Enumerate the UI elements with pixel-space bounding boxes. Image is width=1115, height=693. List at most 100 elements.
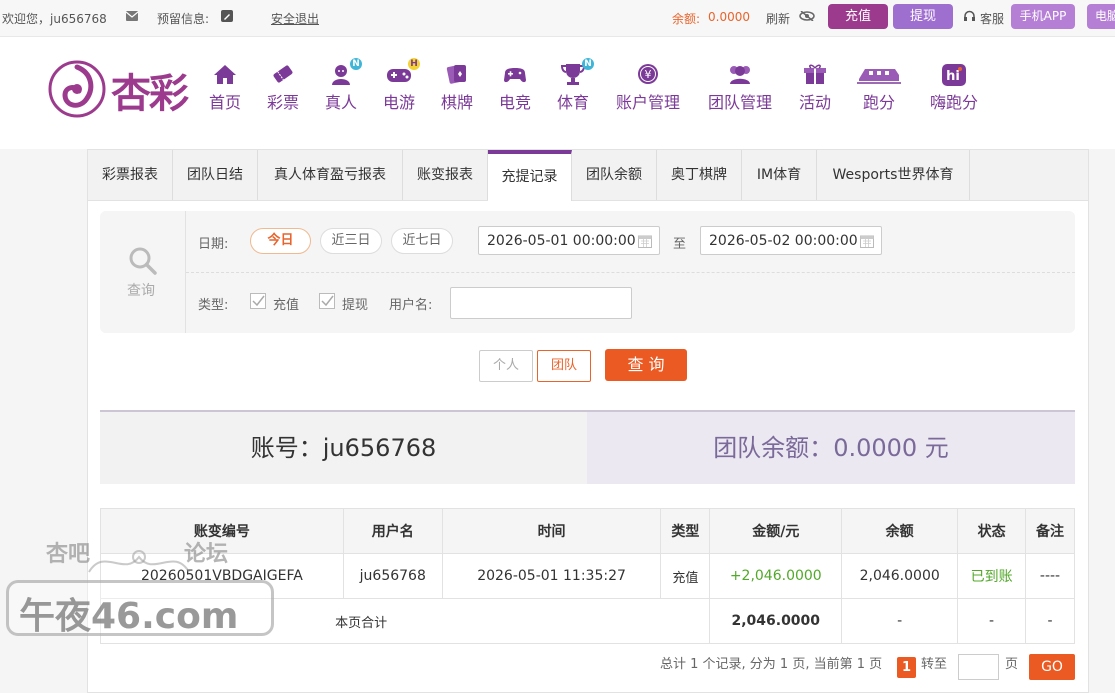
svg-text:hi: hi	[946, 69, 960, 84]
last-3-days-button[interactable]: 近三日	[320, 228, 382, 254]
nav-label: 电游	[382, 93, 415, 112]
nav-label: 活动	[798, 93, 831, 112]
tab-lottery-report[interactable]: 彩票报表	[88, 150, 173, 200]
badge-new: N	[582, 58, 594, 70]
yen-coin-icon: ¥	[638, 64, 658, 84]
goto-label: 转至	[921, 657, 948, 672]
nav-slots[interactable]: H 电游	[381, 58, 420, 113]
nav-live[interactable]: N 真人	[323, 58, 362, 113]
start-date-input[interactable]: 2026-05-01 00:00:00	[478, 226, 660, 255]
balance-cell: 2,046.0000	[841, 553, 959, 599]
username-input[interactable]	[450, 287, 632, 319]
service-link[interactable]: 客服	[980, 10, 1004, 27]
filter-divider	[186, 272, 1075, 273]
nav-sports[interactable]: N 体育	[555, 58, 594, 113]
mail-icon[interactable]	[126, 11, 138, 21]
pc-button[interactable]: 电脑	[1087, 4, 1115, 29]
query-label: 查询	[127, 283, 155, 299]
logout-link[interactable]: 安全退出	[271, 10, 319, 27]
time-cell: 2026-05-01 11:35:27	[441, 553, 662, 599]
hi-icon: hi	[942, 64, 966, 86]
team-balance-block: 团队余额：0.0000 元	[587, 412, 1075, 484]
end-date-input[interactable]: 2026-05-02 00:00:00	[700, 226, 882, 255]
account-value: ju656768	[322, 434, 437, 462]
nav-label: 首页	[208, 93, 241, 112]
calendar-icon	[638, 235, 652, 248]
nav-label: 团队管理	[707, 93, 772, 112]
column-header: 状态	[957, 508, 1027, 554]
tab-deposit-withdraw[interactable]: 充提记录	[488, 150, 572, 201]
nav-label: 真人	[324, 93, 357, 112]
tab-live-sports-pnl[interactable]: 真人体育盈亏报表	[258, 150, 403, 200]
username-label: 用户名:	[389, 298, 433, 313]
deposit-button[interactable]: 充值	[828, 4, 888, 29]
tab-account-change[interactable]: 账变报表	[403, 150, 488, 200]
column-header: 余额	[841, 508, 959, 554]
summary-strip: 账号：ju656768 团队余额：0.0000 元	[100, 410, 1075, 484]
go-button[interactable]: GO	[1029, 654, 1075, 680]
deposit-checkbox-label: 充值	[273, 298, 300, 313]
personal-button[interactable]: 个人	[479, 350, 533, 382]
tab-wesports[interactable]: Wesports世界体育	[817, 150, 970, 200]
withdraw-button[interactable]: 提现	[893, 4, 953, 29]
tab-odin-chess[interactable]: 奥丁棋牌	[657, 150, 742, 200]
total-note-cell: -	[1025, 598, 1075, 644]
nav-label: 体育	[556, 93, 589, 112]
nav-label: 棋牌	[440, 93, 473, 112]
deposit-checkbox[interactable]	[250, 293, 266, 309]
nav-paofen[interactable]: 跑分	[856, 63, 902, 113]
nav-label: 账户管理	[615, 93, 680, 112]
page-label: 页	[1005, 657, 1019, 672]
column-header: 备注	[1025, 508, 1075, 554]
edit-icon[interactable]	[221, 10, 233, 22]
nav-account[interactable]: ¥ 账户管理	[614, 63, 682, 113]
eye-off-icon[interactable]	[799, 11, 815, 21]
nav-chess[interactable]: 棋牌	[439, 63, 475, 113]
note-cell: ----	[1025, 553, 1075, 599]
tab-im-sports[interactable]: IM体育	[742, 150, 817, 200]
query-button[interactable]: 查 询	[605, 349, 687, 381]
nav-hi-paofen[interactable]: hi 嗨跑分	[928, 63, 980, 113]
gift-icon	[804, 64, 826, 84]
main-header: 杏彩 首页 彩票 N 真人 H 电游 棋牌 电竞 N 体育 ¥ 账户管理 团队管…	[0, 37, 1115, 149]
to-label: 至	[673, 237, 687, 252]
forum-watermark: 杏吧 论坛 午夜46.com	[6, 536, 274, 688]
withdraw-checkbox[interactable]	[319, 293, 335, 309]
team-button[interactable]: 团队	[537, 350, 591, 382]
tab-team-daily[interactable]: 团队日结	[173, 150, 258, 200]
home-icon	[214, 65, 236, 84]
top-bar: 欢迎您，ju656768 预留信息: 安全退出 余额: 0.0000 刷新 充值…	[0, 0, 1115, 37]
tab-team-balance[interactable]: 团队余额	[572, 150, 657, 200]
total-amount-cell: 2,046.0000	[709, 598, 843, 644]
badge-new: N	[350, 58, 362, 70]
column-header: 用户名	[342, 508, 443, 554]
withdraw-checkbox-label: 提现	[342, 298, 369, 313]
report-tabs: 彩票报表 团队日结 真人体育盈亏报表 账变报表 充提记录 团队余额 奥丁棋牌 I…	[88, 150, 1088, 201]
last-7-days-button[interactable]: 近七日	[391, 228, 453, 254]
nav-lottery[interactable]: 彩票	[265, 63, 301, 113]
nav-label: 嗨跑分	[929, 93, 978, 112]
nav-home[interactable]: 首页	[207, 63, 243, 113]
query-side[interactable]: 查询	[100, 211, 186, 333]
type-cell: 充值	[660, 553, 711, 599]
date-label: 日期:	[198, 237, 229, 252]
today-button[interactable]: 今日	[250, 228, 311, 254]
svg-text:¥: ¥	[645, 68, 652, 81]
mobile-app-button[interactable]: 手机APP	[1011, 4, 1075, 29]
pager-current-page[interactable]: 1	[897, 657, 916, 678]
total-status-cell: -	[957, 598, 1027, 644]
status-cell: 已到账	[957, 553, 1027, 599]
balance-value: 0.0000	[708, 10, 750, 24]
total-balance-cell: -	[841, 598, 959, 644]
refresh-link[interactable]: 刷新	[766, 10, 790, 27]
type-label: 类型:	[198, 298, 229, 313]
team-icon	[730, 66, 750, 84]
nav-team[interactable]: 团队管理	[706, 63, 774, 113]
watermark-line3: 午夜46.com	[19, 596, 239, 637]
page-number-input[interactable]	[958, 654, 999, 680]
nav-esports[interactable]: 电竞	[497, 63, 533, 113]
watermark-badge: 午夜46.com	[6, 580, 274, 637]
search-icon	[129, 247, 157, 275]
nav-events[interactable]: 活动	[797, 63, 833, 113]
nav-label: 跑分	[862, 93, 895, 112]
